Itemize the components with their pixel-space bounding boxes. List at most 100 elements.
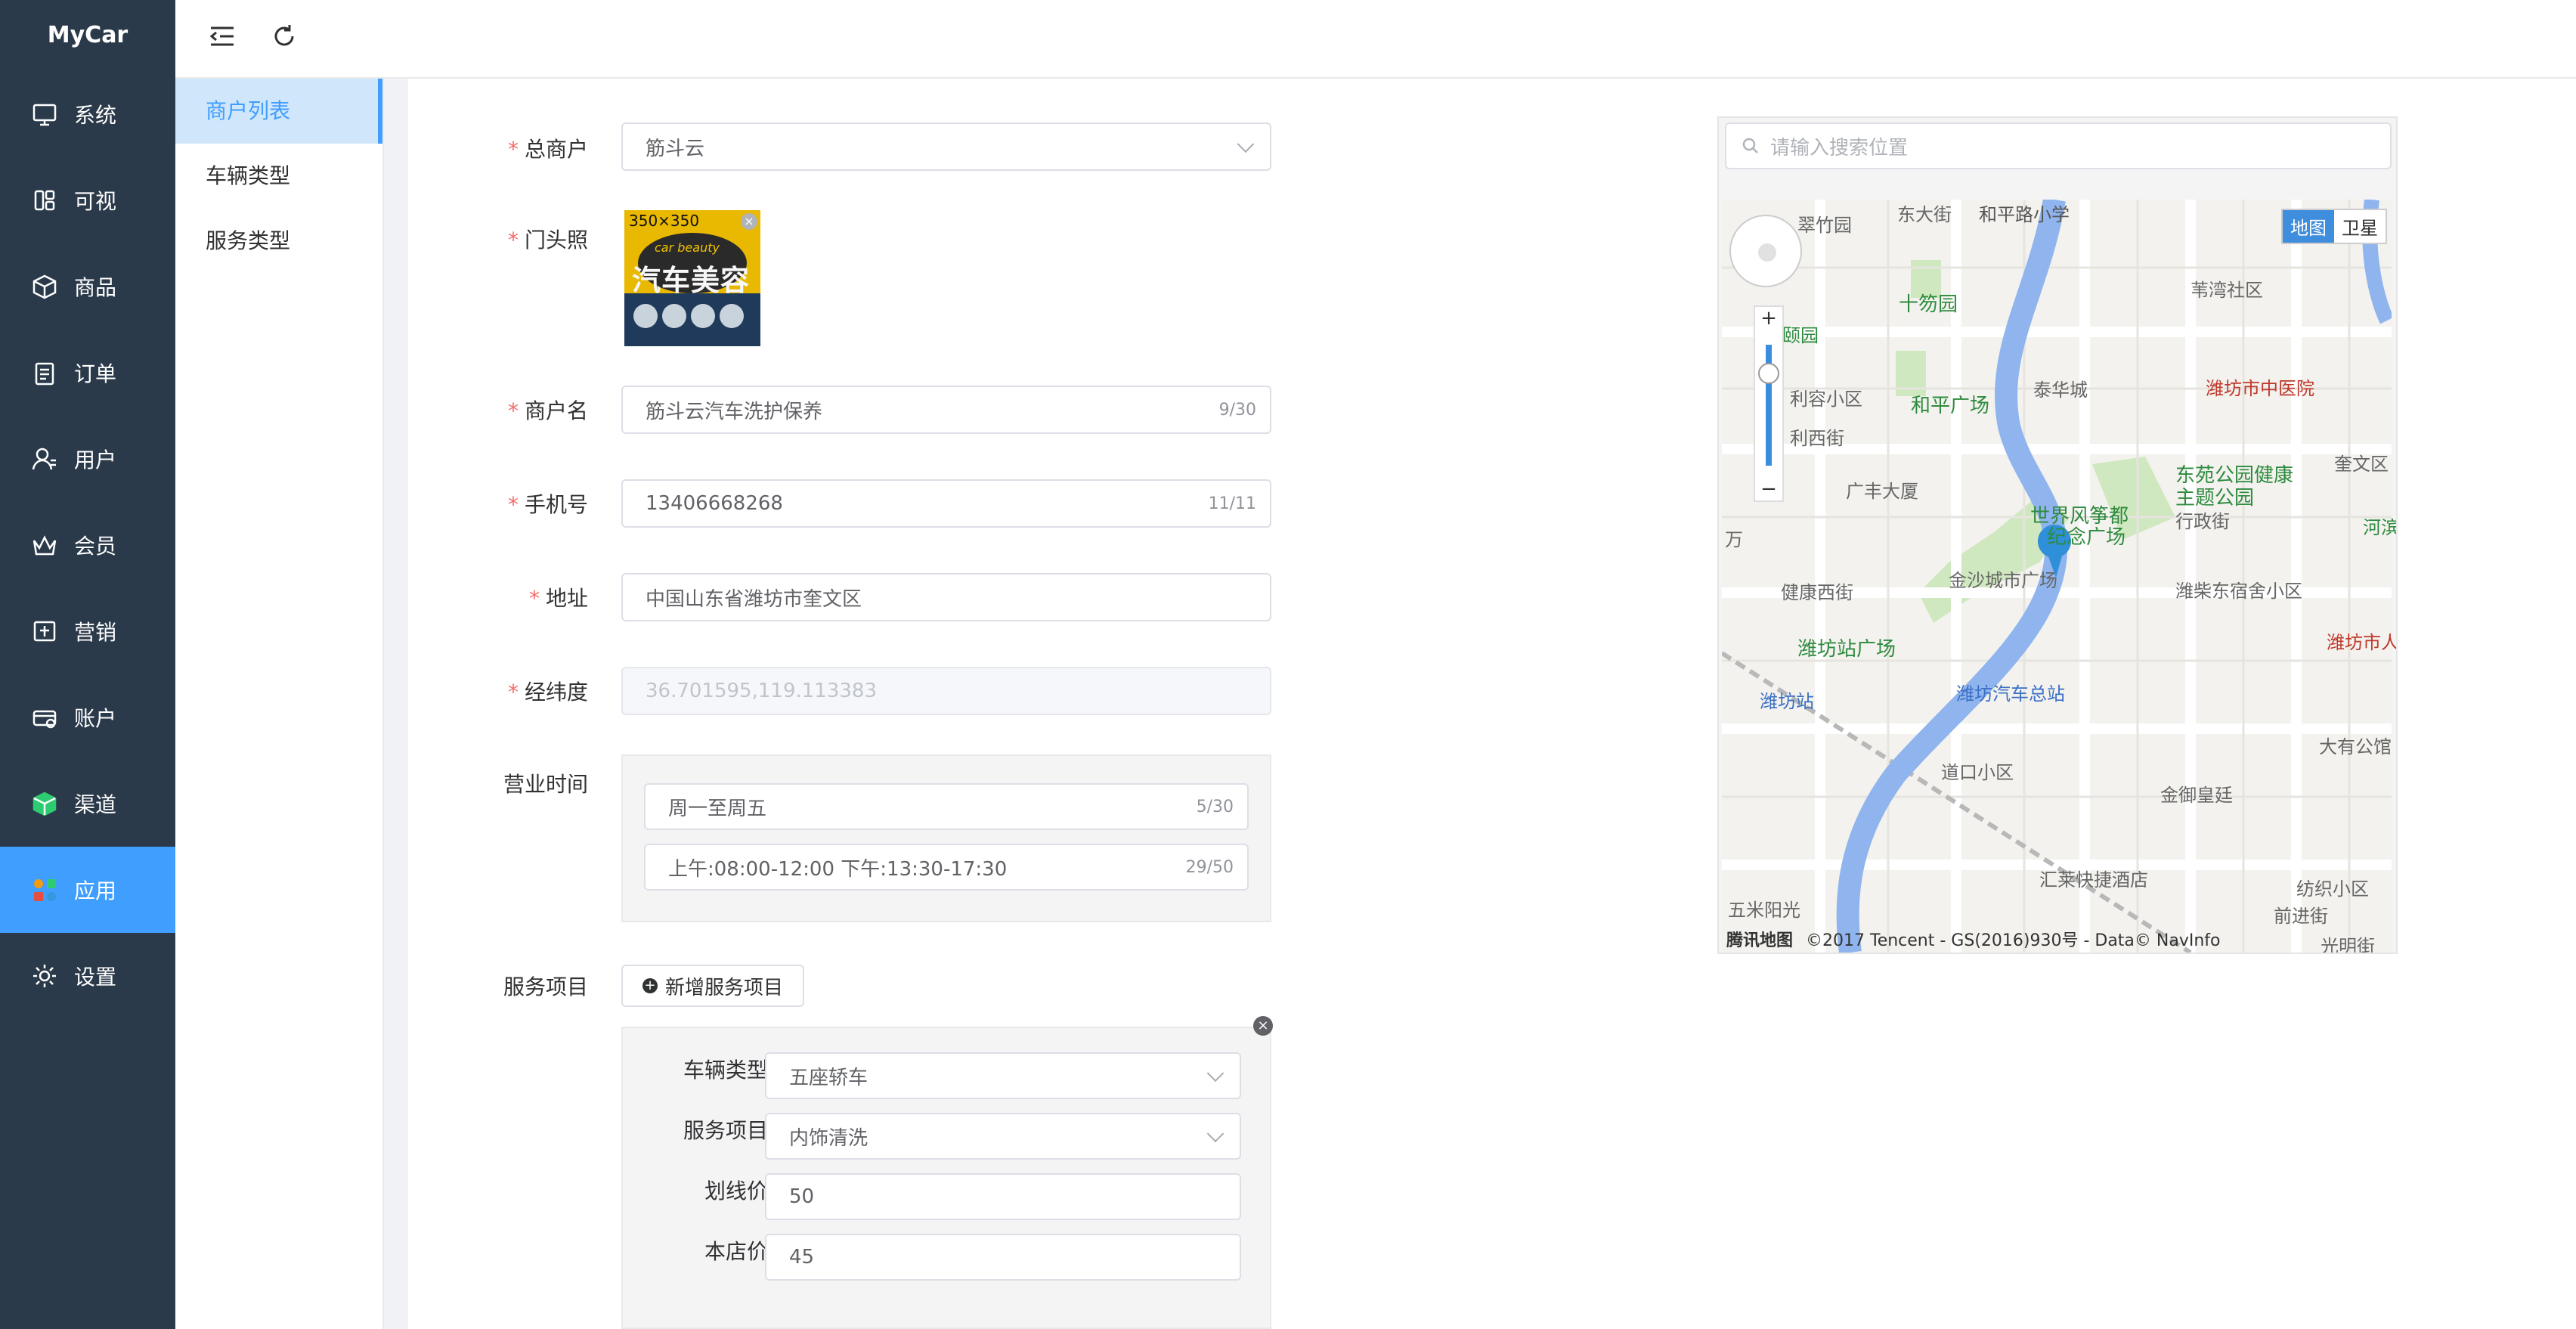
- map-label: 河滨: [2363, 517, 2398, 538]
- tencent-map-logo: 腾讯地图: [1726, 931, 1794, 950]
- add-service-button[interactable]: + 新增服务项目: [621, 965, 804, 1007]
- plus-circle-icon: +: [642, 978, 658, 993]
- map-label: 万: [1725, 529, 1743, 550]
- sidebar-item-6[interactable]: 营销: [0, 588, 175, 674]
- map-type-toggle: 地图 卫星: [2281, 209, 2387, 244]
- map-label: 十笏园: [1899, 293, 1958, 316]
- business-time-value: 上午:08:00-12:00 下午:13:30-17:30: [668, 857, 1008, 881]
- map-type-map[interactable]: 地图: [2283, 210, 2334, 243]
- sidebar: MyCar 系统 可视 商品 订单 用户 会员 营销 账户 渠道 应用 设置: [0, 0, 175, 1329]
- map-label: 泰华城: [2033, 379, 2088, 401]
- remove-image-icon[interactable]: ×: [741, 213, 757, 230]
- map-search-input[interactable]: 请输入搜索位置: [1725, 122, 2392, 169]
- business-time-count: 29/50: [1185, 857, 1234, 877]
- original-price-input[interactable]: 50: [765, 1173, 1241, 1220]
- merchant-group-select[interactable]: 筋斗云: [621, 122, 1271, 171]
- sidebar-item-2[interactable]: 商品: [0, 243, 175, 330]
- vehicle-type-value: 五座轿车: [789, 1066, 868, 1089]
- business-days-value: 周一至周五: [668, 797, 767, 820]
- sidebar-item-label: 应用: [74, 878, 117, 903]
- map-type-satellite[interactable]: 卫星: [2334, 210, 2386, 243]
- vehicle-type-select[interactable]: 五座轿车: [765, 1052, 1241, 1099]
- remove-service-icon[interactable]: ×: [1253, 1016, 1273, 1036]
- map-label: 汇莱快捷酒店: [2039, 869, 2148, 891]
- address-input[interactable]: 中国山东省潍坊市奎文区: [621, 573, 1271, 621]
- merchant-group-label: * 总商户: [507, 137, 588, 162]
- sidebar-item-7[interactable]: 账户: [0, 674, 175, 761]
- map-label: 颐园: [1782, 325, 1819, 346]
- storefront-label: * 门头照: [507, 228, 588, 252]
- map-label: 光明街: [2321, 936, 2375, 954]
- latlng-value: 36.701595,119.113383: [646, 680, 878, 702]
- map-label: 翠竹园: [1797, 215, 1852, 236]
- sidebar-item-10[interactable]: 设置: [0, 933, 175, 1019]
- service-item-select[interactable]: 内饰清洗: [765, 1113, 1241, 1160]
- gear-icon: [30, 962, 59, 990]
- search-icon: [1742, 137, 1760, 160]
- zoom-in-button[interactable]: +: [1755, 307, 1782, 330]
- zoom-handle[interactable]: [1758, 363, 1779, 384]
- sidebar-item-label: 设置: [74, 965, 117, 990]
- sidebar-item-9[interactable]: 应用: [0, 847, 175, 933]
- sidebar-item-1[interactable]: 可视: [0, 157, 175, 243]
- map-label: 利西街: [1790, 428, 1844, 449]
- clipboard-icon: [30, 358, 59, 387]
- original-price-value: 50: [789, 1185, 815, 1208]
- sidebar-item-label: 营销: [74, 620, 117, 645]
- submenu: 商户列表 车辆类型 服务类型: [175, 79, 384, 1329]
- map-label: 道口小区: [1941, 762, 2014, 783]
- business-days-input[interactable]: 周一至周五 5/30: [644, 783, 1249, 830]
- map-label: 奎文区: [2334, 454, 2389, 475]
- submenu-item-0[interactable]: 商户列表: [175, 79, 382, 144]
- sidebar-item-label: 账户: [74, 706, 117, 731]
- sidebar-item-8[interactable]: 渠道: [0, 761, 175, 847]
- merchant-group-value: 筋斗云: [646, 137, 705, 160]
- business-time-input[interactable]: 上午:08:00-12:00 下午:13:30-17:30 29/50: [644, 844, 1249, 891]
- sidebar-item-label: 系统: [74, 103, 117, 128]
- zoom-out-button[interactable]: −: [1755, 478, 1782, 500]
- original-price-label: 划线价: [704, 1179, 768, 1204]
- map-label: 金御皇廷: [2160, 785, 2233, 806]
- top-bar: [175, 0, 2576, 79]
- chevron-down-icon: [1206, 1125, 1225, 1143]
- collapse-menu-icon[interactable]: [206, 20, 239, 53]
- add-service-label: 新增服务项目: [664, 976, 783, 999]
- sidebar-item-4[interactable]: 用户: [0, 416, 175, 502]
- map-search-placeholder: 请输入搜索位置: [1770, 136, 1909, 160]
- map-label: 和平广场: [1911, 395, 1990, 417]
- sidebar-item-label: 会员: [74, 534, 117, 559]
- map-label: 潍坊汽车总站: [1956, 683, 2065, 705]
- map-label: 潍坊市人: [2327, 632, 2398, 653]
- zoom-slider[interactable]: + −: [1754, 305, 1784, 502]
- refresh-icon[interactable]: [268, 20, 301, 53]
- store-price-input[interactable]: 45: [765, 1234, 1241, 1281]
- submenu-item-2[interactable]: 服务类型: [175, 209, 382, 274]
- sidebar-item-5[interactable]: 会员: [0, 502, 175, 588]
- sidebar-item-3[interactable]: 订单: [0, 330, 175, 416]
- map-label: 潍坊市中医院: [2206, 378, 2314, 399]
- address-label: * 地址: [528, 586, 588, 611]
- image-subtitle: car beauty: [655, 240, 720, 255]
- map-label: 行政街: [2175, 511, 2230, 532]
- phone-input[interactable]: 13406668268 11/11: [621, 479, 1271, 528]
- phone-count: 11/11: [1208, 494, 1256, 513]
- map-label: 利容小区: [1790, 389, 1862, 410]
- map-label: 苇湾社区: [2191, 280, 2263, 301]
- sidebar-item-label: 用户: [74, 448, 117, 472]
- merchant-name-input[interactable]: 筋斗云汽车洗护保养 9/30: [621, 386, 1271, 434]
- map-attribution: 腾讯地图 ©2017 Tencent - GS(2016)930号 - Data…: [1726, 927, 2221, 951]
- storefront-image[interactable]: 350×350 car beauty 汽车美容 ×: [624, 210, 760, 346]
- map-label: 潍坊站: [1760, 691, 1814, 712]
- submenu-item-1[interactable]: 车辆类型: [175, 144, 382, 209]
- map-label: 和平路小学: [1979, 204, 2070, 225]
- chevron-down-icon: [1206, 1064, 1225, 1083]
- store-price-value: 45: [789, 1246, 815, 1269]
- sidebar-item-0[interactable]: 系统: [0, 71, 175, 157]
- pan-control[interactable]: [1729, 215, 1802, 287]
- business-hours-box: [621, 754, 1271, 922]
- map-label: 潍柴东宿舍小区: [2175, 581, 2302, 602]
- account-icon: [30, 703, 59, 732]
- image-size-caption: 350×350: [629, 212, 700, 230]
- merchant-name-value: 筋斗云汽车洗护保养: [646, 400, 823, 423]
- map-canvas[interactable]: + − 地图 卫星 和平路小学 翠竹园 东大街 十笏园 苇湾社区 颐园 利容小区…: [1722, 200, 2396, 954]
